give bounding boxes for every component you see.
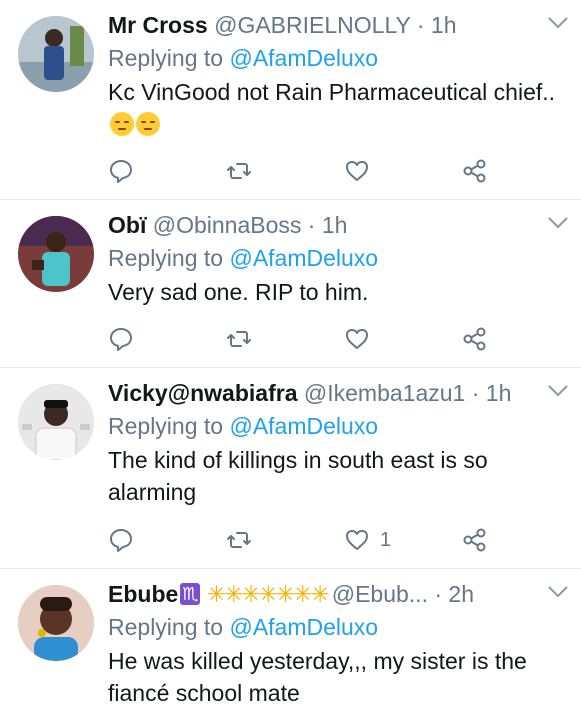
- tweet[interactable]: Obï @ObinnaBoss · 1h Replying to @AfamDe…: [0, 200, 581, 368]
- like-icon: [346, 161, 368, 181]
- replying-to: Replying to @AfamDeluxo: [108, 242, 569, 274]
- share-icon: [463, 327, 486, 351]
- mention-link[interactable]: @AfamDeluxo: [229, 245, 378, 271]
- display-name[interactable]: Mr Cross: [108, 12, 208, 38]
- reply-icon: [110, 328, 132, 351]
- replying-to: Replying to @AfamDeluxo: [108, 42, 569, 74]
- avatar[interactable]: [18, 216, 94, 292]
- tweet[interactable]: Mr Cross @GABRIELNOLLY · 1h Replying to …: [0, 0, 581, 200]
- share-button[interactable]: [462, 324, 488, 354]
- reply-button[interactable]: [108, 156, 134, 186]
- replying-to-label: Replying to: [108, 245, 224, 271]
- reply-icon: [110, 529, 132, 552]
- chevron-down-icon[interactable]: [547, 216, 569, 230]
- like-button[interactable]: 1: [344, 525, 391, 555]
- replying-to: Replying to @AfamDeluxo: [108, 611, 569, 643]
- tweet-header: Obï @ObinnaBoss · 1h: [108, 210, 569, 240]
- avatar[interactable]: [18, 585, 94, 661]
- tweet[interactable]: Vicky@nwabiafra @Ikemba1azu1 · 1h Replyi…: [0, 368, 581, 569]
- mention-link[interactable]: @AfamDeluxo: [229, 413, 378, 439]
- share-button[interactable]: [462, 156, 488, 186]
- share-icon: [463, 159, 486, 183]
- like-button[interactable]: [344, 324, 380, 354]
- pensive-face-emoji: [110, 112, 134, 136]
- separator-dot: ·: [471, 380, 480, 406]
- user-handle[interactable]: @ObinnaBoss: [153, 212, 302, 238]
- retweet-button[interactable]: [226, 156, 252, 186]
- tweet-text-content: Kc VinGood not Rain Pharmaceutical chief…: [108, 79, 556, 105]
- share-button[interactable]: [462, 525, 488, 555]
- tweet-header: Vicky@nwabiafra @Ikemba1azu1 · 1h: [108, 378, 569, 408]
- tweet-text: Kc VinGood not Rain Pharmaceutical chief…: [108, 76, 569, 140]
- timestamp[interactable]: 1h: [431, 12, 457, 38]
- chevron-down-icon[interactable]: [547, 585, 569, 599]
- mention-link[interactable]: @AfamDeluxo: [229, 45, 378, 71]
- user-handle[interactable]: @Ikemba1azu1: [304, 380, 465, 406]
- tweet-actions: 1: [108, 525, 498, 555]
- tweet-actions: [108, 156, 498, 186]
- tweet-text: Very sad one. RIP to him.: [108, 279, 369, 305]
- scorpio-badge: ♏: [180, 583, 201, 605]
- replying-to-label: Replying to: [108, 614, 224, 640]
- like-icon: [346, 329, 368, 349]
- user-handle[interactable]: @Ebub...: [332, 581, 428, 607]
- reply-icon: [110, 160, 132, 183]
- display-name[interactable]: Vicky@nwabiafra: [108, 380, 297, 406]
- retweet-icon: [227, 532, 251, 548]
- timestamp[interactable]: 1h: [486, 380, 512, 406]
- display-name[interactable]: Obï: [108, 212, 146, 238]
- like-count: 1: [380, 528, 392, 551]
- tweet[interactable]: Ebube ♏ ✳✳✳✳✳✳✳ @Ebub... · 2h Replying to …: [0, 569, 581, 720]
- reply-button[interactable]: [108, 525, 134, 555]
- avatar[interactable]: [18, 16, 94, 92]
- retweet-icon: [227, 331, 251, 347]
- tweet-actions: [108, 324, 498, 354]
- retweet-icon: [227, 163, 251, 179]
- tweet-header: Mr Cross @GABRIELNOLLY · 1h: [108, 10, 569, 40]
- chevron-down-icon[interactable]: [547, 16, 569, 30]
- tweet-text: The kind of killings in south east is so…: [108, 447, 488, 505]
- avatar[interactable]: [18, 384, 94, 460]
- separator-dot: ·: [307, 212, 316, 238]
- share-icon: [463, 528, 486, 552]
- separator-dot: ·: [434, 581, 443, 607]
- replying-to-label: Replying to: [108, 45, 224, 71]
- pensive-face-emoji: [136, 112, 160, 136]
- user-handle[interactable]: @GABRIELNOLLY: [214, 12, 410, 38]
- chevron-down-icon[interactable]: [547, 384, 569, 398]
- like-icon: [346, 530, 368, 550]
- like-button[interactable]: [344, 156, 380, 186]
- mention-link[interactable]: @AfamDeluxo: [229, 614, 378, 640]
- tweet-text: He was killed yesterday,,, my sister is …: [108, 648, 527, 706]
- timestamp[interactable]: 1h: [322, 212, 348, 238]
- replying-to-label: Replying to: [108, 413, 224, 439]
- separator-dot: ·: [416, 12, 425, 38]
- tweet-header: Ebube ♏ ✳✳✳✳✳✳✳ @Ebub... · 2h: [108, 579, 569, 609]
- reply-button[interactable]: [108, 324, 134, 354]
- display-name[interactable]: Ebube: [108, 581, 178, 607]
- timestamp[interactable]: 2h: [448, 581, 474, 607]
- retweet-button[interactable]: [226, 525, 252, 555]
- replying-to: Replying to @AfamDeluxo: [108, 410, 569, 442]
- sparkle-stars: ✳✳✳✳✳✳✳: [206, 581, 330, 607]
- retweet-button[interactable]: [226, 324, 252, 354]
